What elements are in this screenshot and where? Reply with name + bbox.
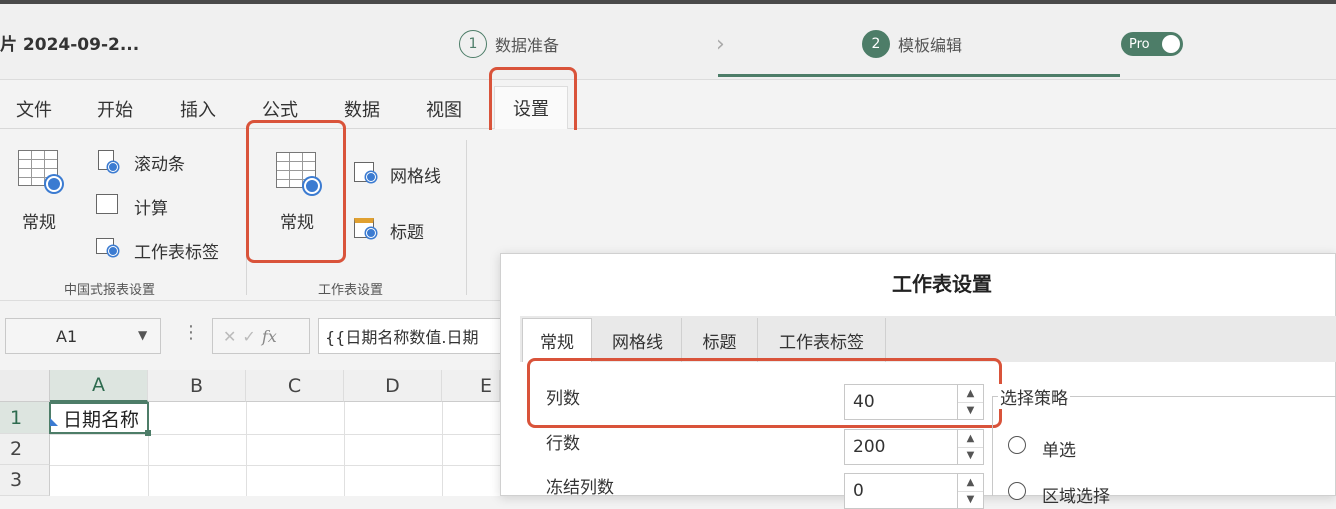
pro-toggle[interactable]: Pro — [1121, 32, 1183, 56]
radio-single-select-label[interactable]: 单选 — [1042, 436, 1076, 461]
menu-formula[interactable]: 公式 — [262, 96, 298, 122]
grid-line — [442, 402, 443, 496]
fill-handle[interactable] — [145, 430, 151, 436]
grid-line — [50, 434, 500, 435]
sheet-tab-icon — [96, 238, 122, 258]
column-header-b[interactable]: B — [148, 370, 246, 402]
header-button[interactable]: 标题 — [390, 218, 424, 243]
spin-down-icon[interactable]: ▼ — [958, 448, 983, 465]
chevron-right-icon: › — [716, 32, 725, 57]
spinner-buttons[interactable]: ▲ ▼ — [957, 430, 983, 464]
active-step-underline — [718, 74, 1120, 77]
function-icon[interactable]: fx — [262, 327, 277, 346]
chevron-down-icon[interactable]: ▼ — [138, 328, 147, 342]
cancel-icon[interactable]: ✕ — [223, 327, 236, 346]
row-count-label: 行数 — [546, 434, 580, 454]
menu-insert[interactable]: 插入 — [180, 96, 216, 122]
more-options-icon[interactable]: ⋮ — [182, 322, 200, 343]
toggle-knob — [1162, 35, 1180, 53]
header-icon — [354, 218, 380, 240]
step-number: 1 — [459, 30, 487, 58]
highlight-column-count — [527, 358, 1002, 428]
group-label-chinese-report: 中国式报表设置 — [64, 283, 156, 298]
row-header-3[interactable]: 3 — [0, 465, 50, 496]
radio-single-select[interactable] — [1008, 436, 1026, 454]
column-header-e[interactable]: E — [442, 370, 500, 402]
grid-line — [50, 465, 500, 466]
radio-range-select-label[interactable]: 区域选择 — [1042, 482, 1110, 507]
tab-header[interactable]: 标题 — [682, 318, 758, 362]
calculate-icon — [96, 194, 120, 216]
frozen-column-value: 0 — [853, 481, 864, 501]
calculate-button[interactable]: 计算 — [134, 194, 168, 219]
group-separator — [466, 140, 467, 295]
confirm-icon[interactable]: ✓ — [242, 327, 255, 346]
menu-data[interactable]: 数据 — [344, 96, 380, 122]
radio-range-select[interactable] — [1008, 482, 1026, 500]
pro-label: Pro — [1129, 36, 1150, 52]
general-report-icon[interactable] — [18, 150, 68, 196]
tab-gridlines[interactable]: 网格线 — [594, 318, 682, 362]
active-cell-a1[interactable]: 日期名称 — [49, 402, 149, 434]
cell-marker-icon — [50, 418, 58, 426]
grid-line — [344, 402, 345, 496]
menu-file[interactable]: 文件 — [16, 96, 52, 122]
tab-general[interactable]: 常规 — [522, 318, 592, 362]
select-all-corner[interactable] — [0, 370, 50, 402]
frozen-column-input[interactable]: 0 ▲ ▼ — [844, 473, 984, 509]
grid-line — [246, 402, 247, 496]
gridlines-icon — [354, 162, 380, 184]
group-label-sheet-settings: 工作表设置 — [318, 283, 384, 298]
spin-up-icon[interactable]: ▲ — [958, 430, 983, 448]
step-template-edit[interactable]: 2 模板编辑 — [862, 30, 962, 58]
formula-input[interactable]: {{日期名称数值.日期 — [318, 318, 508, 354]
frozen-column-label: 冻结列数 — [546, 478, 614, 498]
selection-strategy-legend: 选择策略 — [998, 384, 1070, 409]
menu-view[interactable]: 视图 — [426, 96, 462, 122]
row-header-2[interactable]: 2 — [0, 434, 50, 465]
row-count-input[interactable]: 200 ▲ ▼ — [844, 429, 984, 465]
column-header-a[interactable]: A — [50, 370, 148, 402]
row-count-value: 200 — [853, 437, 886, 457]
step-data-prep[interactable]: 1 数据准备 — [459, 30, 559, 58]
tab-sheet-tab[interactable]: 工作表标签 — [758, 318, 886, 362]
step-number: 2 — [862, 30, 890, 58]
document-title: 片 2024-09-2... — [0, 35, 140, 55]
gridlines-button[interactable]: 网格线 — [390, 162, 441, 187]
column-header-d[interactable]: D — [344, 370, 442, 402]
column-header-c[interactable]: C — [246, 370, 344, 402]
general-report-button[interactable]: 常规 — [22, 208, 56, 233]
spinner-buttons[interactable]: ▲ ▼ — [957, 474, 983, 508]
menu-home[interactable]: 开始 — [97, 96, 133, 122]
highlight-general-button — [246, 120, 346, 263]
spin-down-icon[interactable]: ▼ — [958, 492, 983, 509]
row-header-1[interactable]: 1 — [0, 402, 50, 434]
spin-up-icon[interactable]: ▲ — [958, 474, 983, 492]
step-label: 数据准备 — [495, 36, 560, 55]
sheet-tab-button[interactable]: 工作表标签 — [134, 238, 219, 263]
scrollbar-icon — [98, 150, 118, 172]
step-label: 模板编辑 — [898, 36, 963, 55]
scrollbar-button[interactable]: 滚动条 — [134, 150, 185, 175]
dialog-title: 工作表设置 — [892, 272, 992, 296]
formula-actions: ✕ ✓ fx — [212, 318, 310, 354]
